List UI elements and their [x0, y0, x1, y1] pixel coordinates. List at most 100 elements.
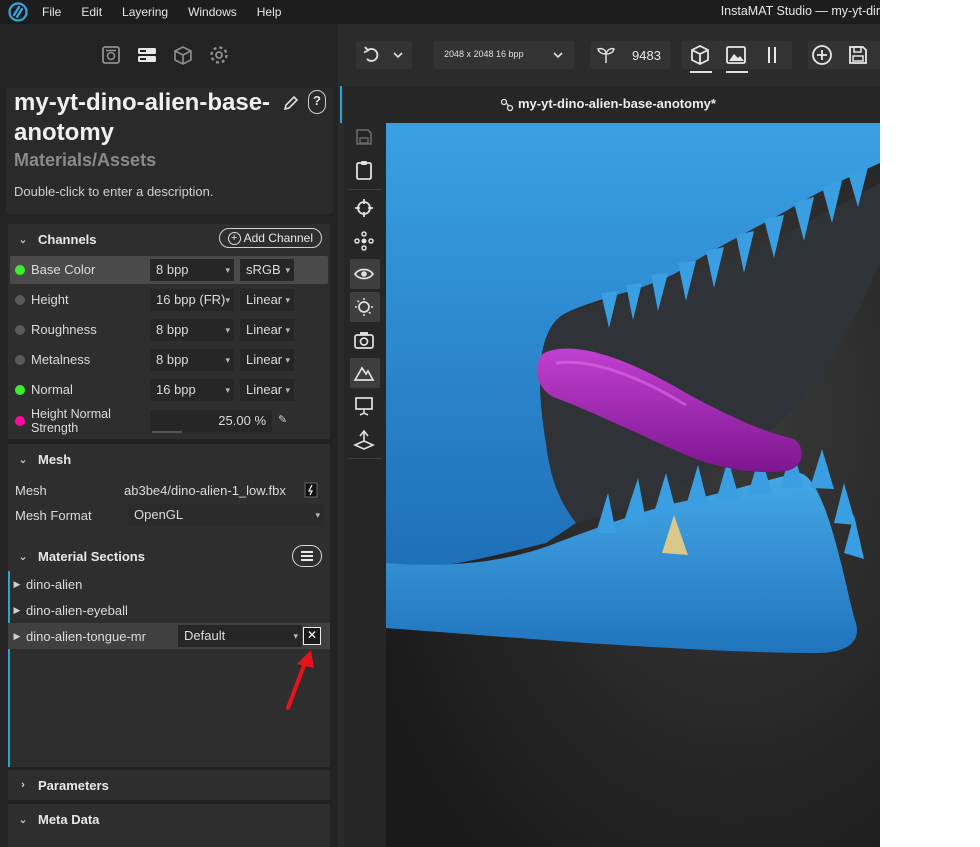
- annotation-arrow-icon: [286, 650, 314, 710]
- crosshair-icon[interactable]: [352, 196, 376, 220]
- lighting-icon[interactable]: [352, 295, 376, 319]
- menu-layering[interactable]: Layering: [122, 0, 168, 24]
- colorspace-select[interactable]: sRGB: [240, 259, 294, 281]
- asset-description[interactable]: Double-click to enter a description.: [14, 184, 213, 199]
- parameters-title: Parameters: [38, 777, 109, 793]
- height-normal-strength-input[interactable]: 25.00 %: [150, 410, 272, 432]
- material-section-item[interactable]: ▶ dino-alien: [8, 571, 330, 597]
- bpp-select[interactable]: 8 bpp: [150, 259, 234, 281]
- chevron-right-icon: ›: [21, 779, 25, 791]
- menu-help[interactable]: Help: [257, 0, 282, 24]
- channel-name: Height: [31, 292, 69, 307]
- move-gizmo-icon[interactable]: [352, 229, 376, 253]
- chevron-down-icon: ⌄: [18, 453, 28, 466]
- channel-row-roughness[interactable]: Roughness 8 bpp Linear: [10, 316, 328, 344]
- material-assignment-select[interactable]: Default: [178, 625, 302, 647]
- menu-windows[interactable]: Windows: [188, 0, 237, 24]
- mesh-format-label: Mesh Format: [15, 507, 92, 523]
- bpp-select[interactable]: 8 bpp: [150, 319, 234, 341]
- colorspace-select[interactable]: Linear: [240, 379, 294, 401]
- split-view-icon[interactable]: [760, 43, 784, 67]
- undo-icon[interactable]: [360, 43, 384, 67]
- file-browse-icon[interactable]: [304, 482, 318, 498]
- menu-file[interactable]: File: [42, 0, 61, 24]
- eye-visibility-icon[interactable]: [352, 262, 376, 286]
- ground-plane-icon[interactable]: [352, 427, 376, 451]
- remove-material-button[interactable]: ✕: [303, 627, 321, 645]
- parameters-header[interactable]: › Parameters: [8, 770, 330, 800]
- save-icon[interactable]: [846, 43, 870, 67]
- channel-row-base-color[interactable]: Base Color 8 bpp sRGB: [10, 256, 328, 284]
- add-channel-button[interactable]: + Add Channel: [218, 228, 322, 248]
- expand-triangle-icon[interactable]: ▶: [8, 631, 26, 642]
- material-sections-header[interactable]: ⌄ Material Sections: [8, 541, 330, 571]
- mesh-header[interactable]: ⌄ Mesh: [8, 444, 330, 474]
- graph-document-icon: [500, 98, 514, 112]
- environment-mountain-icon[interactable]: [352, 361, 376, 385]
- mesh-file-row: Mesh ab3be4/dino-alien-1_low.fbx: [8, 478, 330, 502]
- bpp-select[interactable]: 16 bpp (FR): [150, 289, 234, 311]
- save-disk-icon[interactable]: [352, 125, 376, 149]
- settings-gear-icon[interactable]: [208, 44, 230, 66]
- toolbar-separator: [348, 189, 382, 190]
- resolution-label: 2048 x 2048 16 bpp: [444, 49, 524, 59]
- dino-alien-render: [386, 123, 880, 847]
- 2d-image-icon[interactable]: [724, 43, 748, 67]
- bpp-select[interactable]: 8 bpp: [150, 349, 234, 371]
- material-sections-title: Material Sections: [38, 548, 145, 564]
- add-circle-icon[interactable]: [810, 43, 834, 67]
- package-icon[interactable]: [172, 44, 194, 66]
- asset-title[interactable]: my-yt-dino-alien-base-anotomy: [14, 88, 284, 148]
- seed-field[interactable]: 9483: [590, 41, 670, 69]
- colorspace-select[interactable]: Linear: [240, 319, 294, 341]
- mesh-file-value[interactable]: ab3be4/dino-alien-1_low.fbx: [124, 483, 286, 498]
- channel-status-dot: [15, 325, 25, 335]
- colorspace-select[interactable]: Linear: [240, 349, 294, 371]
- viewport-toolbar: 2048 x 2048 16 bpp 9483: [338, 24, 880, 86]
- left-toolbar: [0, 24, 338, 86]
- expand-triangle-icon[interactable]: ▶: [8, 579, 26, 590]
- channel-name: Roughness: [31, 322, 97, 337]
- material-section-item[interactable]: ▶ dino-alien-tongue-mr Default ✕: [8, 623, 330, 649]
- seed-value: 9483: [632, 48, 661, 63]
- chevron-down-icon[interactable]: [386, 43, 410, 67]
- help-button[interactable]: ?: [308, 90, 326, 114]
- resolution-select[interactable]: 2048 x 2048 16 bpp: [434, 41, 574, 69]
- channel-row-height[interactable]: Height 16 bpp (FR) Linear: [10, 286, 328, 314]
- menu-bar: File Edit Layering Windows Help InstaMAT…: [0, 0, 880, 24]
- document-title: my-yt-dino-alien-base-anotomy*: [518, 96, 716, 111]
- document-tab[interactable]: my-yt-dino-alien-base-anotomy*: [344, 86, 880, 123]
- clipboard-icon[interactable]: [352, 158, 376, 182]
- edit-pencil-icon[interactable]: ✎: [278, 413, 287, 426]
- material-section-name: dino-alien-tongue-mr: [26, 628, 146, 644]
- 3d-cube-icon[interactable]: [688, 43, 712, 67]
- plus-circle-icon: +: [227, 231, 241, 245]
- camera-icon[interactable]: [352, 328, 376, 352]
- mesh-title: Mesh: [38, 451, 72, 467]
- presentation-icon[interactable]: [352, 394, 376, 418]
- instamat-window: File Edit Layering Windows Help InstaMAT…: [0, 0, 880, 847]
- expand-triangle-icon[interactable]: ▶: [8, 605, 26, 616]
- channel-name: Metalness: [31, 352, 91, 367]
- strength-slider-track[interactable]: [152, 431, 182, 433]
- material-sections-menu-button[interactable]: [292, 545, 322, 567]
- channel-status-dot: [15, 265, 25, 275]
- bpp-select[interactable]: 16 bpp: [150, 379, 234, 401]
- channel-row-metalness[interactable]: Metalness 8 bpp Linear: [10, 346, 328, 374]
- parameters-section: › Parameters: [8, 770, 330, 800]
- edit-pencil-icon[interactable]: [282, 94, 300, 112]
- menu-edit[interactable]: Edit: [81, 0, 102, 24]
- viewport-side-toolbar: [344, 123, 386, 847]
- channel-row-normal[interactable]: Normal 16 bpp Linear: [10, 376, 328, 404]
- meta-data-header[interactable]: ⌄ Meta Data: [8, 804, 330, 834]
- properties-icon[interactable]: [136, 44, 158, 66]
- material-section-item[interactable]: ▶ dino-alien-eyeball: [8, 597, 330, 623]
- gallery-icon[interactable]: [100, 44, 122, 66]
- channel-name: Base Color: [31, 262, 96, 277]
- material-section-name: dino-alien: [26, 576, 83, 592]
- colorspace-select[interactable]: Linear: [240, 289, 294, 311]
- mesh-format-select[interactable]: OpenGL: [128, 504, 324, 526]
- channel-status-dot: [15, 385, 25, 395]
- 3d-viewport[interactable]: [386, 123, 880, 847]
- mesh-label: Mesh: [15, 482, 47, 498]
